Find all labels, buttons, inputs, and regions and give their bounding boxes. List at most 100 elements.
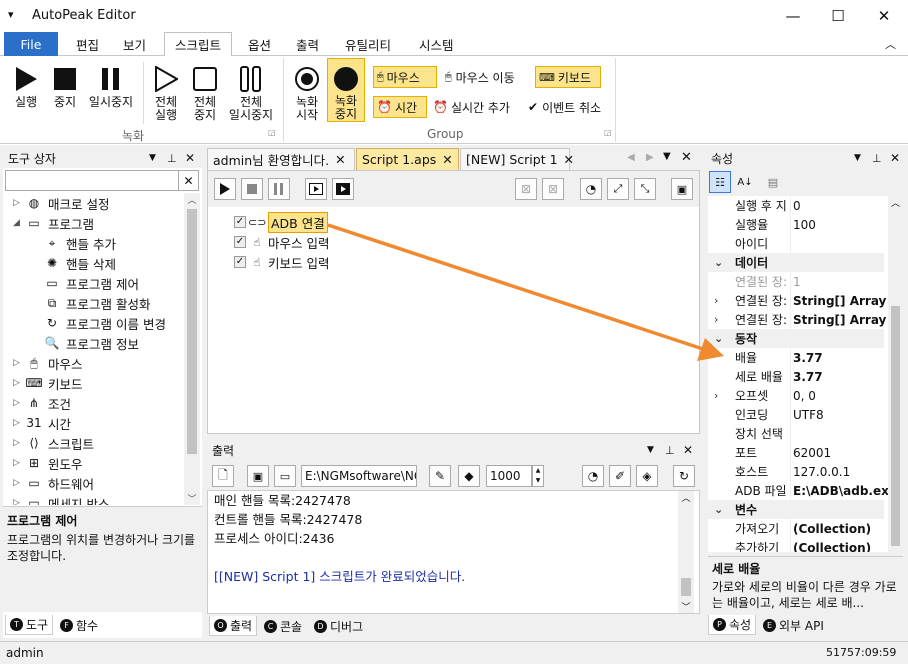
property-row[interactable]: 가져오기 (Collection) <box>708 519 884 538</box>
tab-view[interactable]: 보기 <box>113 32 156 56</box>
property-row[interactable]: 장치 선택 <box>708 424 884 443</box>
pin-icon[interactable]: ⊥ <box>665 444 675 457</box>
property-row[interactable]: ADB 파일 E:\ADB\adb.exe <box>708 481 888 500</box>
collapsed-arrow-icon[interactable]: ▷ <box>13 498 25 505</box>
script-stop-button[interactable] <box>241 178 263 200</box>
property-value[interactable]: 127.0.0.1 <box>793 465 888 479</box>
doc-tab-welcome[interactable]: admin님 환영합니다. ✕ <box>207 148 355 170</box>
toolbox-item[interactable]: ▷ ⋔ 조건 <box>13 393 71 413</box>
script-pause-button[interactable] <box>268 178 290 200</box>
collapsed-arrow-icon[interactable]: ▷ <box>13 438 25 448</box>
collapse-arrow-icon[interactable]: ⌄ <box>714 503 723 516</box>
disabled-button[interactable]: ⊠ <box>542 178 564 200</box>
scroll-thumb[interactable] <box>187 209 197 454</box>
property-value[interactable]: 3.77 <box>793 351 888 365</box>
scroll-down-icon[interactable]: ﹀ <box>678 600 694 613</box>
toolbox-item[interactable]: ▷ 🖱 마우스 <box>13 353 83 373</box>
time-button[interactable]: ◔ <box>582 465 604 487</box>
pin-icon[interactable]: ⊥ <box>167 152 177 165</box>
tab-output[interactable]: 출력 <box>286 32 329 56</box>
property-value[interactable]: 100 <box>793 218 888 232</box>
property-value[interactable]: 0, 0 <box>793 389 888 403</box>
script-item[interactable]: ✓ ☝ 마우스 입력 <box>234 233 329 251</box>
doc-tab-script1[interactable]: Script 1.aps ✕ <box>356 148 459 170</box>
close-icon[interactable]: ✕ <box>890 151 900 165</box>
toolbox-item[interactable]: 🔍 프로그램 정보 <box>43 333 139 353</box>
alphabetical-button[interactable]: A↓ <box>734 171 756 193</box>
property-row[interactable]: 인코딩 UTF8 <box>708 405 884 424</box>
close-button[interactable]: ✕ <box>861 0 907 32</box>
tab-scroll-right-icon[interactable]: ▶ <box>646 152 654 163</box>
collapse-button[interactable]: ⤡ <box>634 178 656 200</box>
property-value[interactable]: 1 <box>793 275 888 289</box>
scroll-down-icon[interactable]: ﹀ <box>184 492 200 505</box>
refresh-button[interactable]: ↻ <box>673 465 695 487</box>
property-row[interactable]: › 연결된 장: String[] Array <box>708 291 886 310</box>
script-item-checkbox[interactable]: ✓ <box>234 216 246 228</box>
fill-button[interactable]: ◈ <box>636 465 658 487</box>
property-row[interactable]: 추가하기 (Collection) <box>708 538 884 552</box>
dropdown-icon[interactable]: ▼ <box>854 153 861 163</box>
toolbox-item[interactable]: ▷ ⌨ 키보드 <box>13 373 83 393</box>
property-category[interactable]: ⌄ 동작 <box>708 329 884 348</box>
property-scrollbar[interactable]: ︿ <box>888 196 903 552</box>
close-icon[interactable]: ✕ <box>681 150 692 165</box>
clear-button[interactable]: ✎ <box>429 465 451 487</box>
toolbox-item[interactable]: ⌖ 핸들 추가 <box>43 233 116 253</box>
property-value[interactable]: (Collection) <box>793 522 888 536</box>
property-category[interactable]: ⌄ 변수 <box>708 500 884 519</box>
disabled-button[interactable]: ⊠ <box>515 178 537 200</box>
property-value[interactable]: String[] Array <box>793 313 888 327</box>
collapsed-arrow-icon[interactable]: ▷ <box>13 418 25 428</box>
property-row[interactable]: 실행율 100 <box>708 215 884 234</box>
run-all-button[interactable]: 전체 실행 <box>148 64 184 122</box>
run-button[interactable]: 실행 <box>10 64 42 109</box>
expanded-arrow-icon[interactable]: ◢ <box>13 218 25 228</box>
tab-scroll-left-icon[interactable]: ◀ <box>627 152 635 163</box>
toolbox-item[interactable]: ⧉ 프로그램 활성화 <box>43 293 151 313</box>
close-icon[interactable]: ✕ <box>442 152 452 167</box>
collapsed-arrow-icon[interactable]: ▷ <box>13 458 25 468</box>
eraser-button[interactable]: ◆ <box>458 465 480 487</box>
property-value[interactable]: (Collection) <box>793 541 888 553</box>
toolbox-scrollbar[interactable]: ︿ ﹀ <box>184 193 200 505</box>
tab-functions[interactable]: F 함수 <box>56 615 102 635</box>
tab-edit[interactable]: 편집 <box>66 32 109 56</box>
toolbox-item[interactable]: ▭ 프로그램 제어 <box>43 273 139 293</box>
toolbox-item[interactable]: ▷ 31 시간 <box>13 413 71 433</box>
realtime-add-toggle[interactable]: ⏰ 실시간 추가 <box>430 96 522 118</box>
toolbox-search-input[interactable] <box>5 170 179 191</box>
tab-console[interactable]: C 콘솔 <box>260 616 306 636</box>
property-value[interactable]: E:\ADB\adb.exe <box>793 484 888 498</box>
toolbox-item[interactable]: ▷ ▭ 하드웨어 <box>13 473 94 493</box>
tab-properties[interactable]: P 속성 <box>708 615 757 635</box>
property-value[interactable]: 3.77 <box>793 370 888 384</box>
expand-arrow-icon[interactable]: › <box>714 389 718 402</box>
tab-options[interactable]: 옵션 <box>238 32 281 56</box>
expand-button[interactable]: ⤢ <box>607 178 629 200</box>
scroll-thumb[interactable] <box>681 578 691 596</box>
property-row[interactable]: 실행 후 지0 <box>708 196 884 215</box>
save-log-button[interactable]: ▣ <box>247 465 269 487</box>
property-value[interactable]: String[] Array <box>793 294 888 308</box>
toolbox-item[interactable]: ▷ ⟨⟩ 스크립트 <box>13 433 94 453</box>
expand-arrow-icon[interactable]: › <box>714 313 718 326</box>
property-pages-button[interactable]: ▤ <box>762 171 784 193</box>
keyboard-record-toggle[interactable]: ⌨ 키보드 <box>535 66 601 88</box>
clear-search-button[interactable]: ✕ <box>178 170 199 191</box>
tab-output-log[interactable]: O 출력 <box>209 616 258 636</box>
script-item-checkbox[interactable]: ✓ <box>234 236 246 248</box>
tab-tools[interactable]: T 도구 <box>5 615 54 635</box>
tab-file[interactable]: File <box>4 32 58 56</box>
property-value[interactable]: 62001 <box>793 446 888 460</box>
property-row[interactable]: 연결된 장: 1 <box>708 272 884 291</box>
log-path-input[interactable]: E:\NGMsoftware\NG <box>301 465 417 487</box>
group-launcher-icon[interactable]: ◲ <box>268 128 276 137</box>
run-to-button[interactable] <box>332 178 354 200</box>
property-row[interactable]: 배율 3.77 <box>708 348 884 367</box>
toolbox-item[interactable]: ▷ ◍ 매크로 설정 <box>13 193 109 213</box>
pause-button[interactable]: 일시중지 <box>86 64 136 109</box>
toolbox-item[interactable]: ◢ ▭ 프로그램 <box>13 213 94 233</box>
mouse-record-toggle[interactable]: 🖱 마우스 <box>373 66 437 88</box>
close-icon[interactable]: ✕ <box>683 443 693 457</box>
